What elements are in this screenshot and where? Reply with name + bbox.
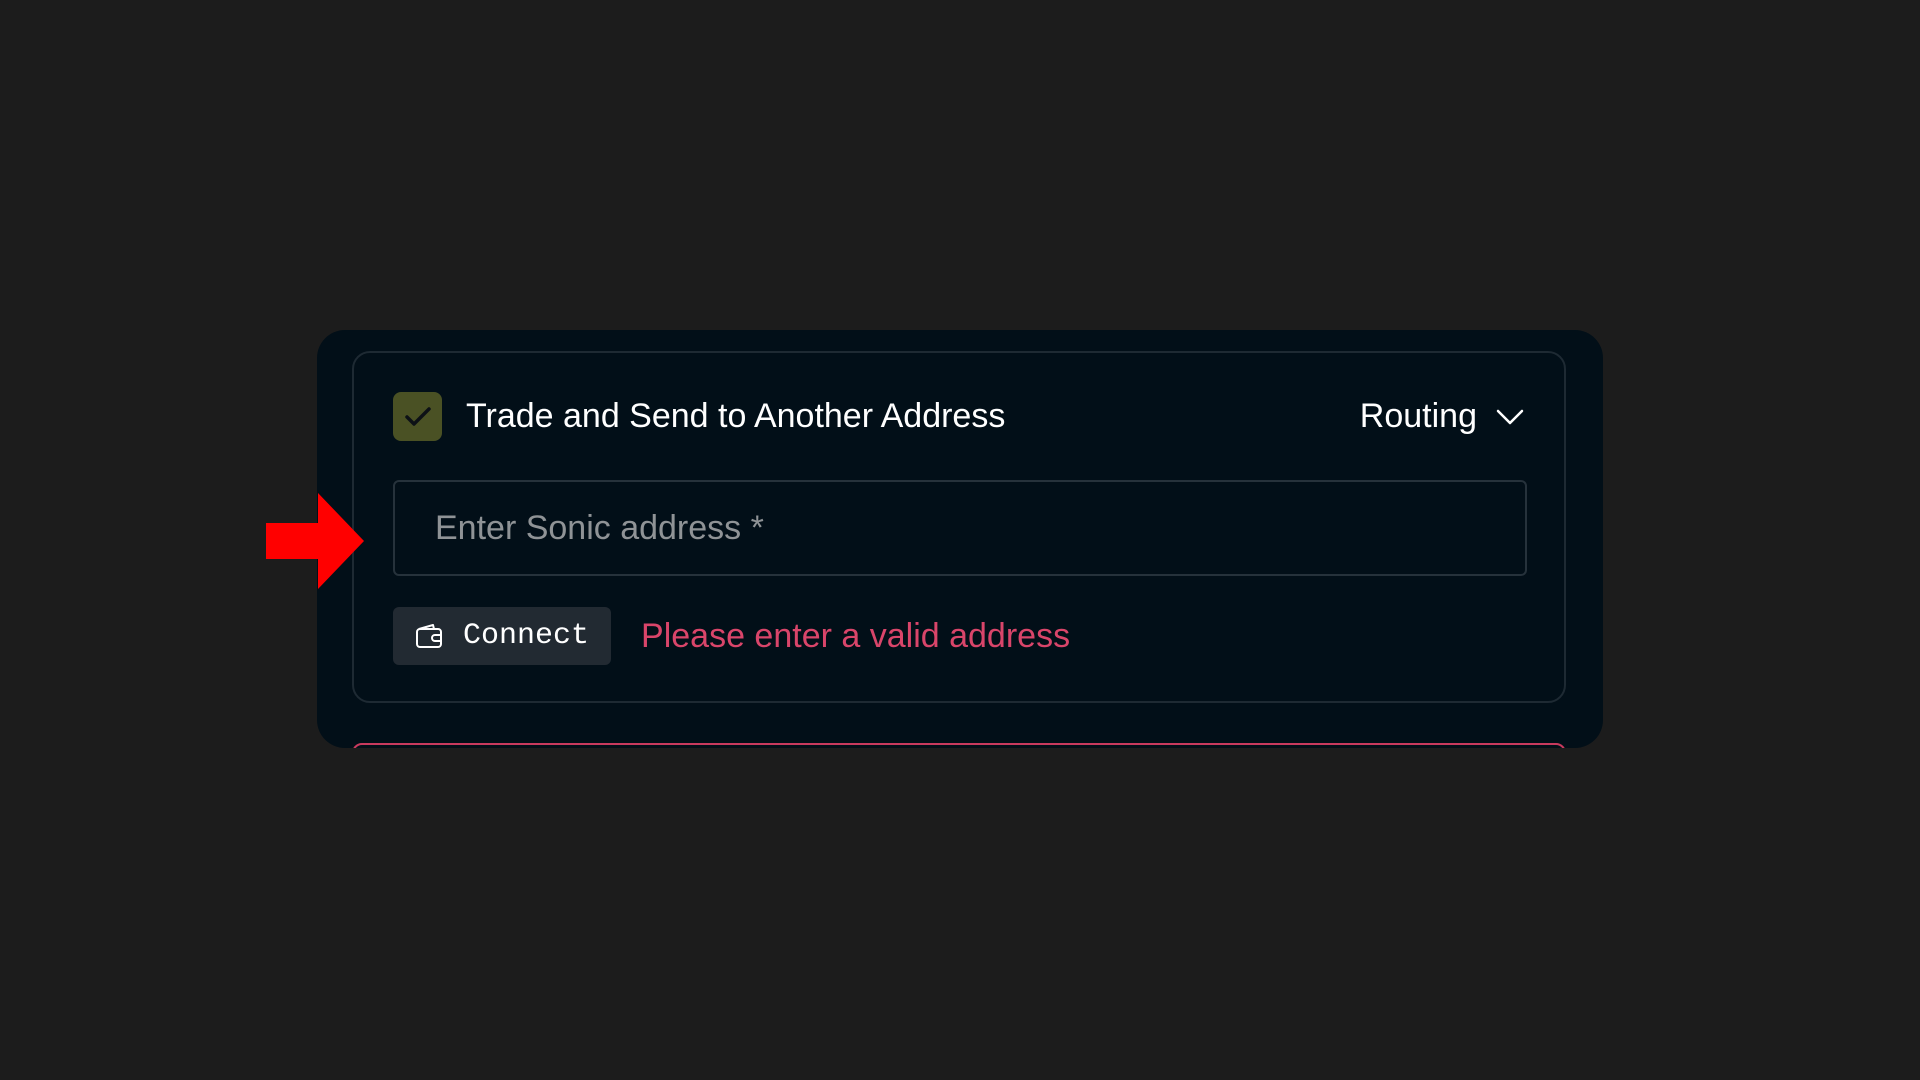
next-panel-border xyxy=(352,743,1566,748)
red-arrow-pointer-icon xyxy=(266,493,364,589)
chevron-down-icon xyxy=(1495,408,1525,426)
routing-dropdown[interactable]: Routing xyxy=(1360,397,1525,436)
connect-label: Connect xyxy=(463,619,590,653)
address-actions-row: Connect Please enter a valid address xyxy=(393,607,1070,665)
sonic-address-input[interactable] xyxy=(393,480,1527,576)
connect-wallet-button[interactable]: Connect xyxy=(393,607,612,665)
send-to-another-address-checkbox[interactable] xyxy=(393,392,442,441)
send-to-address-panel: Trade and Send to Another Address Routin… xyxy=(352,351,1566,703)
trade-card: Trade and Send to Another Address Routin… xyxy=(317,330,1603,748)
routing-label: Routing xyxy=(1359,397,1477,435)
wallet-icon xyxy=(416,624,442,648)
trade-and-send-toggle: Trade and Send to Another Address xyxy=(393,392,1005,441)
panel-header: Trade and Send to Another Address Routin… xyxy=(393,392,1525,441)
address-error-message: Please enter a valid address xyxy=(641,616,1071,655)
check-icon xyxy=(404,406,431,426)
send-to-another-address-label[interactable]: Trade and Send to Another Address xyxy=(466,397,1005,436)
stage: Trade and Send to Another Address Routin… xyxy=(0,0,1920,1080)
